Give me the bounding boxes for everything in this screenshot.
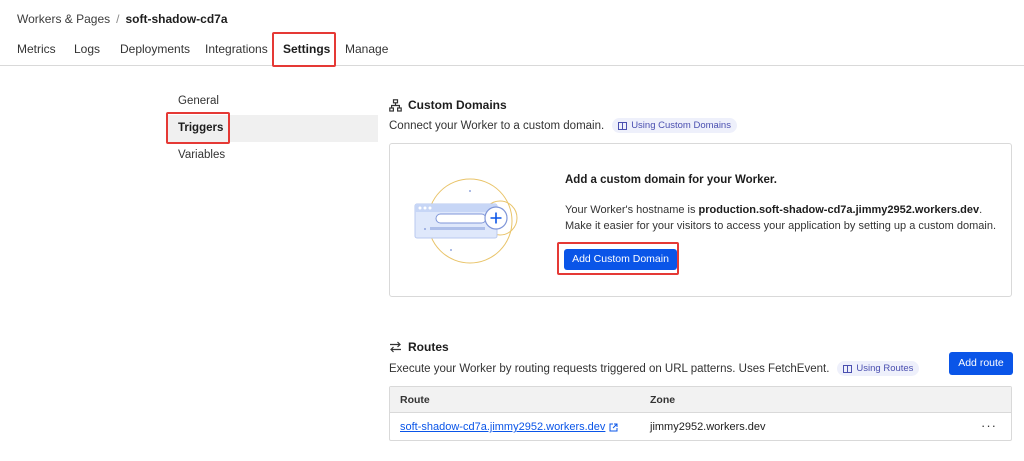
- domain-illustration-icon: [414, 178, 518, 264]
- route-link-text: soft-shadow-cd7a.jimmy2952.workers.dev: [400, 421, 606, 433]
- book-icon: [843, 364, 853, 373]
- zone-cell: jimmy2952.workers.dev: [650, 421, 766, 433]
- table-row: soft-shadow-cd7a.jimmy2952.workers.dev j…: [390, 413, 1011, 441]
- tab-logs[interactable]: Logs: [74, 34, 100, 66]
- add-custom-domain-button[interactable]: Add Custom Domain: [564, 249, 677, 270]
- column-header-route: Route: [400, 394, 430, 406]
- routes-table: Route Zone soft-shadow-cd7a.jimmy2952.wo…: [389, 386, 1012, 441]
- routes-title: Routes: [389, 340, 449, 354]
- breadcrumb-separator: /: [116, 12, 120, 26]
- custom-domain-card-text: Your Worker's hostname is production.sof…: [565, 202, 996, 234]
- custom-domains-doc-badge-label: Using Custom Domains: [631, 120, 731, 131]
- swap-arrows-icon: [390, 341, 401, 353]
- custom-domains-title: Custom Domains: [389, 98, 507, 112]
- tab-integrations[interactable]: Integrations: [205, 34, 268, 66]
- hostname-prefix: Your Worker's hostname is: [565, 204, 699, 216]
- column-header-zone: Zone: [650, 394, 676, 406]
- tab-metrics[interactable]: Metrics: [17, 34, 56, 66]
- tab-settings[interactable]: Settings: [283, 34, 331, 67]
- custom-domains-title-text: Custom Domains: [408, 98, 507, 112]
- custom-domains-doc-badge[interactable]: Using Custom Domains: [612, 118, 737, 133]
- routes-description: Execute your Worker by routing requests …: [389, 361, 920, 376]
- routes-desc-text: Execute your Worker by routing requests …: [389, 362, 830, 375]
- tab-deployments[interactable]: Deployments: [120, 34, 190, 66]
- routes-doc-badge[interactable]: Using Routes: [837, 361, 920, 376]
- breadcrumb-current: soft-shadow-cd7a: [125, 12, 228, 26]
- breadcrumb: Workers & Pages / soft-shadow-cd7a: [17, 12, 228, 26]
- custom-domains-description: Connect your Worker to a custom domain. …: [389, 118, 737, 133]
- tab-manage[interactable]: Manage: [345, 34, 388, 66]
- worker-hostname: production.soft-shadow-cd7a.jimmy2952.wo…: [698, 204, 980, 216]
- routes-title-text: Routes: [408, 340, 449, 354]
- side-nav-triggers[interactable]: Triggers: [166, 115, 378, 142]
- sitemap-icon: [389, 98, 402, 112]
- custom-domain-card: Add a custom domain for your Worker. You…: [389, 143, 1012, 297]
- custom-domain-card-line2: Make it easier for your visitors to acce…: [565, 220, 997, 232]
- routes-doc-badge-label: Using Routes: [856, 363, 914, 374]
- routes-table-header: Route Zone: [390, 387, 1011, 413]
- tab-bar: Metrics Logs Deployments Integrations Se…: [0, 34, 1024, 67]
- book-icon: [618, 121, 628, 130]
- settings-side-nav: General Triggers Variables: [166, 88, 378, 169]
- side-nav-variables[interactable]: Variables: [166, 142, 378, 169]
- custom-domains-desc-text: Connect your Worker to a custom domain.: [389, 119, 605, 132]
- breadcrumb-parent[interactable]: Workers & Pages: [17, 12, 110, 26]
- row-more-menu-icon[interactable]: ···: [981, 418, 997, 433]
- external-link-icon: [609, 423, 618, 431]
- hostname-suffix: .: [979, 204, 983, 216]
- side-nav-general[interactable]: General: [166, 88, 378, 115]
- custom-domain-card-heading: Add a custom domain for your Worker.: [565, 174, 777, 186]
- add-route-button[interactable]: Add route: [949, 352, 1013, 375]
- route-link[interactable]: soft-shadow-cd7a.jimmy2952.workers.dev: [400, 421, 618, 433]
